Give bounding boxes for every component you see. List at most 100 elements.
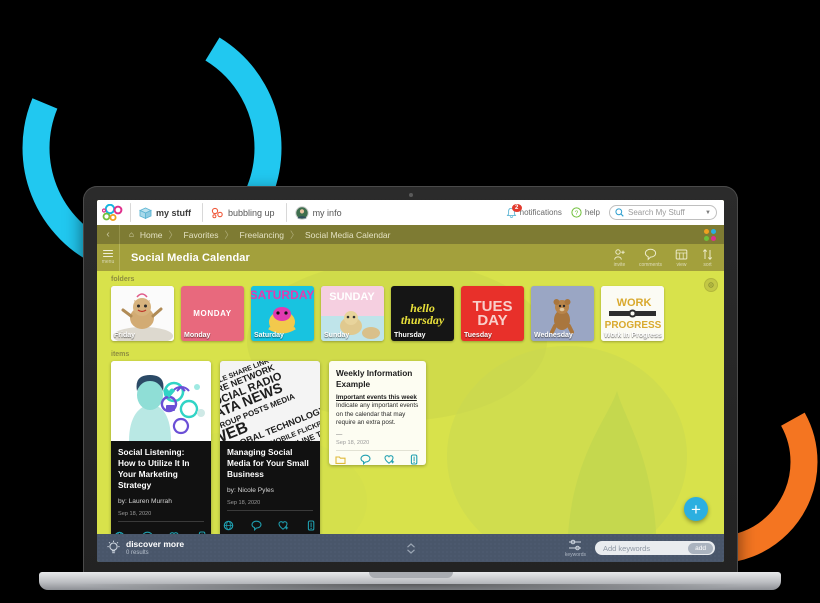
sort-label: sort [703, 261, 712, 268]
add-keyword-button[interactable]: add [688, 542, 713, 554]
screenshot-stage: my stuff bubbling up my info 2 notificat… [0, 0, 820, 603]
heart-plus-icon[interactable] [384, 454, 395, 465]
breadcrumb-bar: ‹ ⌂ Home 〉 Favorites 〉 Freelancing 〉 Soc… [97, 225, 724, 244]
tab-my-stuff[interactable]: my stuff [130, 200, 202, 225]
note-action-icons [329, 451, 426, 465]
folder-name: Tuesday [464, 332, 492, 339]
tab-label: my stuff [156, 207, 192, 218]
note-dash: — [336, 430, 343, 438]
keywords-button[interactable]: keywords [565, 539, 586, 558]
link-icon[interactable] [223, 520, 234, 531]
bubbling-logo[interactable] [97, 200, 130, 225]
breadcrumb-separator: 〉 [224, 230, 234, 240]
tab-my-info[interactable]: my info [285, 200, 353, 225]
folder-sunday[interactable]: SUNDAY Sunday [321, 286, 384, 341]
settings-gear-icon[interactable] [704, 278, 718, 292]
invite-button[interactable]: invite [613, 248, 626, 268]
note-text: Indicate any important events on the cal… [336, 402, 419, 426]
folders-row: Friday MONDAY Monday SATURDAY Saturday S… [97, 286, 724, 341]
heart-plus-icon[interactable] [278, 520, 289, 531]
note-title: Weekly Information Example [336, 368, 413, 389]
note-date: Sep 18, 2020 [336, 439, 370, 446]
folder-name: Monday [184, 332, 211, 339]
laptop-notch [368, 572, 453, 578]
comments-button[interactable]: comments [639, 248, 662, 268]
help-label: help [584, 208, 600, 217]
hamburger-icon [103, 249, 113, 258]
folder-saturday[interactable]: SATURDAY Saturday [251, 286, 314, 341]
menu-button[interactable]: menu [97, 244, 120, 271]
card-action-icons [220, 519, 320, 534]
note-subtitle: Important events this week [336, 394, 417, 401]
heart-plus-icon[interactable] [169, 531, 180, 534]
items-row: Social Listening: How to Utilize It In Y… [97, 361, 724, 534]
tab-label: bubbling up [228, 207, 275, 218]
folder-tuesday[interactable]: TUES DAY Tuesday [461, 286, 524, 341]
lightbulb-icon [106, 540, 121, 556]
attach-icon[interactable] [306, 520, 317, 531]
laptop-shadow [73, 584, 749, 593]
link-icon[interactable] [114, 531, 125, 534]
sort-button[interactable]: sort [701, 248, 714, 268]
laptop-screen: my stuff bubbling up my info 2 notificat… [97, 200, 724, 562]
breadcrumb-item-home[interactable]: Home [140, 230, 163, 240]
notifications-button[interactable]: 2 notifications [506, 203, 562, 219]
view-button[interactable]: view [675, 248, 688, 268]
notification-badge: 2 [511, 203, 522, 212]
breadcrumb-item-current[interactable]: Social Media Calendar [305, 230, 391, 240]
attach-icon[interactable] [409, 453, 420, 465]
laptop-lid: my stuff bubbling up my info 2 notificat… [83, 186, 738, 578]
divider [118, 521, 204, 522]
svg-text:SUNDAY: SUNDAY [329, 291, 375, 303]
card-body: Social Listening: How to Utilize It In Y… [111, 441, 211, 530]
card-author: by: Nicole Pyles [227, 487, 274, 494]
item-card[interactable]: Social Listening: How to Utilize It In Y… [111, 361, 211, 534]
comment-icon[interactable] [360, 454, 371, 465]
breadcrumb: ⌂ Home 〉 Favorites 〉 Freelancing 〉 Socia… [120, 228, 391, 241]
folder-friday[interactable]: Friday [111, 286, 174, 341]
back-button[interactable]: ‹ [97, 225, 120, 244]
comment-icon[interactable] [251, 520, 262, 531]
item-card[interactable]: MOBILE SHARE LINK SHARE NETWORK SOCIAL R… [220, 361, 320, 534]
topbar-right-group: 2 notifications ? help Search My Stuff ▼ [506, 200, 724, 225]
tab-bubbling-up[interactable]: bubbling up [202, 200, 286, 225]
menu-label: menu [101, 259, 115, 266]
add-button[interactable]: + [684, 497, 708, 521]
folder-name: Thursday [394, 332, 426, 339]
folder-wednesday[interactable]: Wednesday [531, 286, 594, 341]
breadcrumb-separator: 〉 [289, 230, 299, 240]
bottom-bar: discover more 0 results keywords Add key… [97, 534, 724, 562]
breadcrumb-item-favorites[interactable]: Favorites [184, 230, 219, 240]
note-icon[interactable] [335, 454, 346, 465]
card-thumbnail [111, 361, 211, 441]
breadcrumb-item-freelancing[interactable]: Freelancing [240, 230, 284, 240]
home-icon[interactable]: ⌂ [129, 230, 134, 239]
grid-view-icon [675, 248, 688, 261]
app-topbar: my stuff bubbling up my info 2 notificat… [97, 200, 724, 225]
keywords-input[interactable]: Add keywords add [595, 541, 715, 555]
folders-section-label: folders [111, 276, 135, 283]
card-action-icons [111, 530, 211, 534]
note-card[interactable]: Weekly Information Example Important eve… [329, 361, 426, 465]
attach-icon[interactable] [197, 531, 208, 534]
expand-collapse-handle[interactable] [404, 542, 418, 555]
help-button[interactable]: ? help [571, 207, 600, 218]
discover-title: discover more [126, 538, 185, 549]
webcam [408, 193, 413, 197]
discover-more-panel[interactable]: discover more 0 results [97, 538, 185, 556]
card-title: Managing Social Media for Your Small Bus… [227, 447, 309, 479]
chevron-down-icon[interactable]: ▼ [705, 210, 711, 216]
apps-grid-icon[interactable] [704, 228, 716, 241]
comment-icon[interactable] [142, 531, 153, 534]
comments-label: comments [638, 261, 662, 268]
folder-work-in-progress[interactable]: WORK PROGRESS Work In Progress [601, 286, 664, 341]
discover-results: 0 results [126, 549, 149, 556]
search-input[interactable]: Search My Stuff ▼ [609, 205, 717, 220]
items-section-label: items [111, 351, 130, 358]
question-circle-icon: ? [571, 207, 582, 218]
folder-thursday[interactable]: hello thursday Thursday [391, 286, 454, 341]
card-title: Social Listening: How to Utilize It In Y… [118, 447, 190, 490]
folder-monday[interactable]: MONDAY Monday [181, 286, 244, 341]
folder-name: Sunday [324, 332, 350, 339]
folder-name: Saturday [254, 332, 284, 339]
